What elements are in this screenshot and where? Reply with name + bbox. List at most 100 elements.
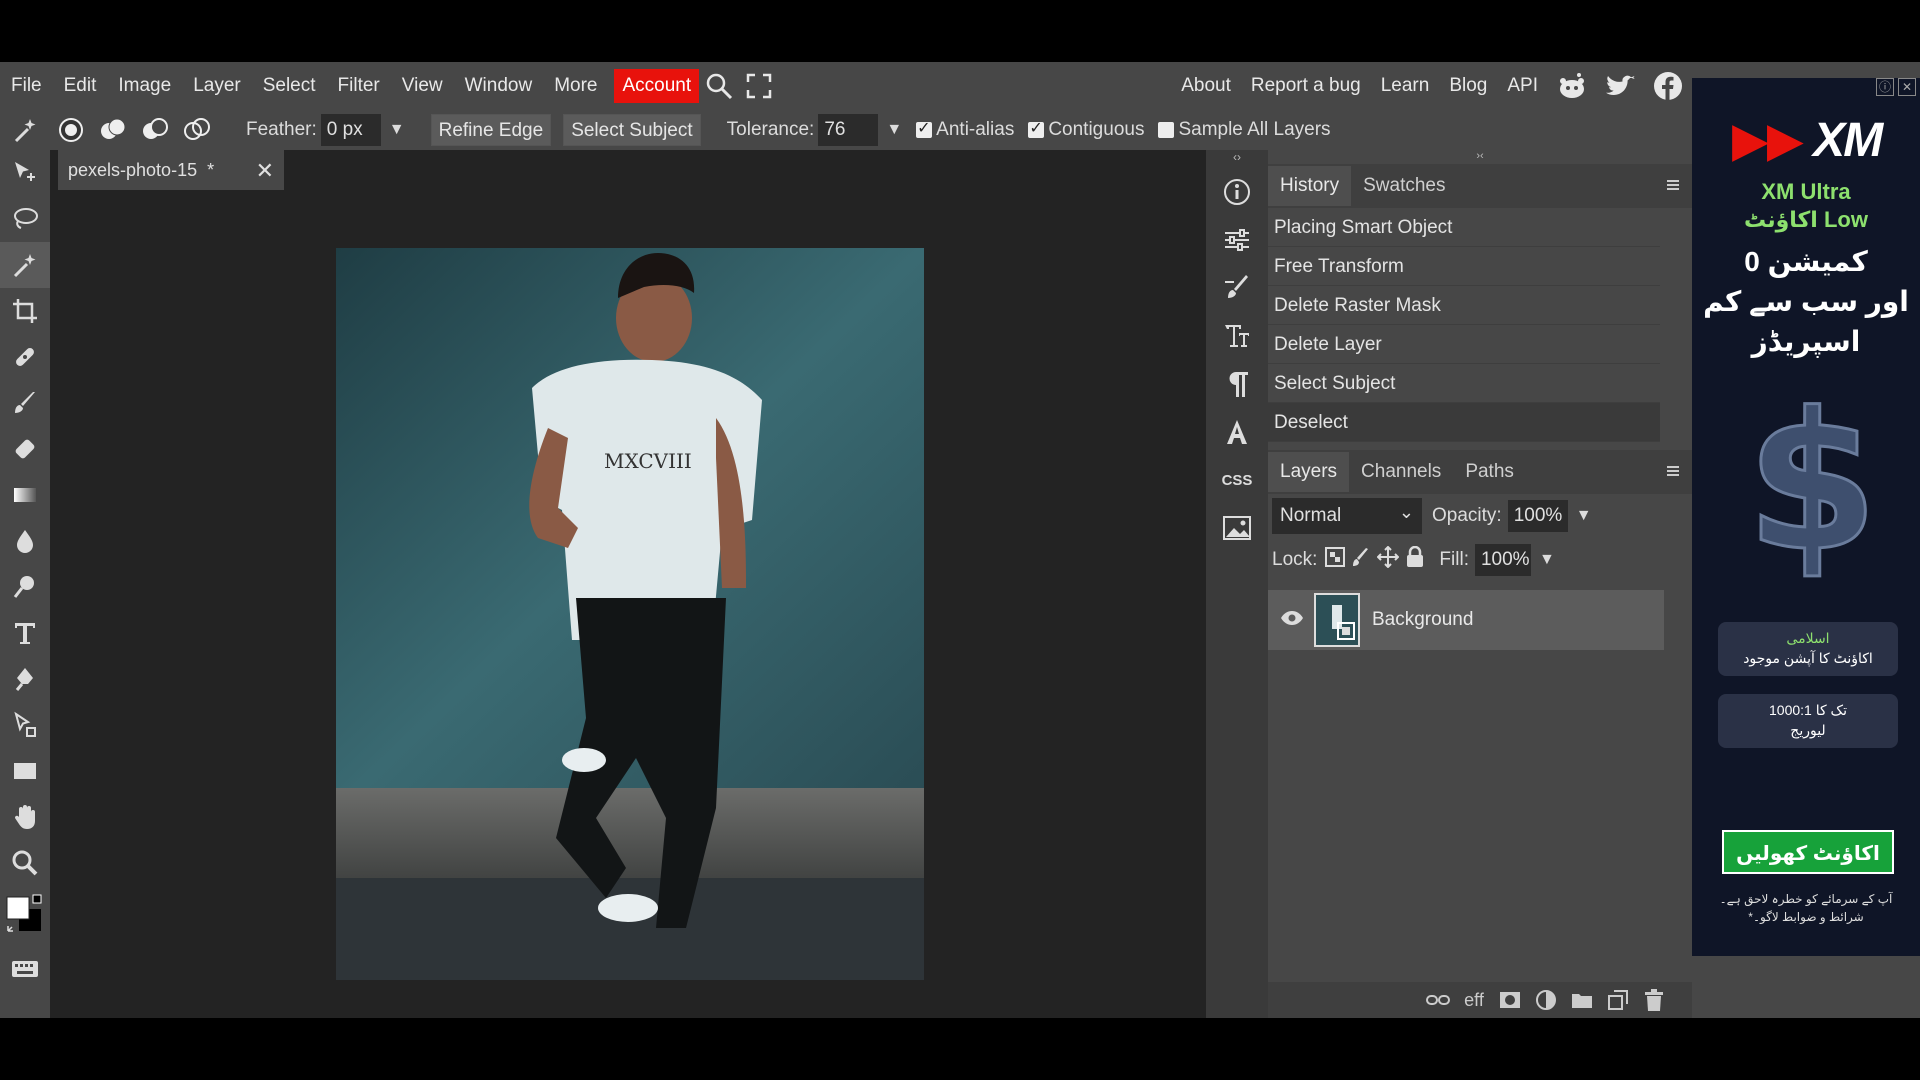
adjustments-icon[interactable] <box>1206 216 1268 264</box>
intersect-selection-mode-icon[interactable] <box>176 107 218 153</box>
menu-api[interactable]: API <box>1497 69 1548 103</box>
new-selection-mode-icon[interactable] <box>50 107 92 153</box>
ad-info-icon[interactable]: ⓘ <box>1876 78 1894 96</box>
history-item[interactable]: Delete Layer <box>1268 325 1660 364</box>
add-selection-mode-icon[interactable] <box>92 107 134 153</box>
blend-mode-select[interactable]: Normal <box>1272 494 1422 534</box>
menu-blog[interactable]: Blog <box>1439 69 1497 103</box>
facebook-icon[interactable] <box>1644 71 1692 101</box>
ad-close-icon[interactable]: ✕ <box>1898 78 1916 96</box>
brush-settings-icon[interactable] <box>1206 264 1268 312</box>
visibility-eye-icon[interactable] <box>1280 610 1304 631</box>
pen-tool-icon[interactable] <box>0 656 50 702</box>
feather-input[interactable]: 0 px <box>320 114 381 146</box>
sample-all-layers-checkbox[interactable] <box>1158 122 1175 138</box>
keyboard-icon[interactable] <box>0 946 50 992</box>
magic-wand-icon[interactable] <box>0 242 50 288</box>
info-icon[interactable] <box>1206 168 1268 216</box>
history-item[interactable]: Select Subject <box>1268 364 1660 403</box>
zoom-tool-icon[interactable] <box>0 840 50 886</box>
subtract-selection-mode-icon[interactable] <box>134 107 176 153</box>
tab-layers[interactable]: Layers <box>1268 452 1350 492</box>
document-tab[interactable]: pexels-photo-15 * ✕ <box>58 150 284 190</box>
new-layer-icon[interactable] <box>1600 990 1636 1010</box>
tolerance-input[interactable]: 76 <box>818 114 879 146</box>
opacity-input[interactable]: 100% <box>1507 500 1568 532</box>
delete-layer-icon[interactable] <box>1636 989 1672 1011</box>
move-tool-icon[interactable] <box>0 150 50 196</box>
menu-about[interactable]: About <box>1171 69 1241 103</box>
canvas-workspace[interactable]: pexels-photo-15 * ✕ MXCVIII <box>50 150 1206 1018</box>
menu-layer[interactable]: Layer <box>182 69 252 103</box>
lasso-tool-icon[interactable] <box>0 196 50 242</box>
add-mask-icon[interactable] <box>1492 991 1528 1009</box>
menu-file[interactable]: File <box>0 69 53 103</box>
glyphs-panel-icon[interactable] <box>1206 408 1268 456</box>
menu-view[interactable]: View <box>391 69 454 103</box>
menu-report-bug[interactable]: Report a bug <box>1241 69 1371 103</box>
contiguous-checkbox[interactable] <box>1028 118 1045 138</box>
hand-tool-icon[interactable] <box>0 794 50 840</box>
menu-window[interactable]: Window <box>454 69 544 103</box>
menu-more[interactable]: More <box>543 69 608 103</box>
advertisement-banner[interactable]: ⓘ ✕ ▶▶ XM XM Ultra اکاؤنٹ Low 0 کمیشن اور… <box>1692 78 1920 956</box>
ad-open-account-button[interactable]: اکاؤنٹ کھولیں <box>1722 830 1894 874</box>
fullscreen-icon[interactable] <box>739 69 779 103</box>
path-select-tool-icon[interactable] <box>0 702 50 748</box>
menu-image[interactable]: Image <box>107 69 182 103</box>
brush-tool-icon[interactable] <box>0 380 50 426</box>
adjustment-layer-icon[interactable] <box>1528 989 1564 1011</box>
opacity-dropdown-icon[interactable]: ▼ <box>1576 507 1592 525</box>
rectangle-tool-icon[interactable] <box>0 748 50 794</box>
select-subject-button[interactable]: Select Subject <box>563 114 701 146</box>
ad-choices[interactable]: ⓘ ✕ <box>1876 78 1920 100</box>
collapse-arrows-icon[interactable]: ‹› <box>1206 150 1268 168</box>
crop-tool-icon[interactable] <box>0 288 50 334</box>
new-folder-icon[interactable] <box>1564 991 1600 1009</box>
character-panel-icon[interactable] <box>1206 312 1268 360</box>
anti-alias-checkbox[interactable] <box>916 118 933 138</box>
history-panel-menu-icon[interactable] <box>1662 174 1684 196</box>
gradient-tool-icon[interactable] <box>0 472 50 518</box>
history-item[interactable]: Delete Raster Mask <box>1268 286 1660 325</box>
reddit-icon[interactable] <box>1548 72 1596 100</box>
dodge-tool-icon[interactable] <box>0 564 50 610</box>
eraser-tool-icon[interactable] <box>0 426 50 472</box>
lock-pixels-icon[interactable] <box>1351 547 1371 573</box>
tab-history[interactable]: History <box>1268 166 1352 206</box>
lock-position-icon[interactable] <box>1377 545 1400 574</box>
refine-edge-button[interactable]: Refine Edge <box>430 114 552 146</box>
menu-select[interactable]: Select <box>252 69 327 103</box>
healing-brush-icon[interactable] <box>0 334 50 380</box>
link-layers-icon[interactable] <box>1420 994 1456 1006</box>
tab-paths[interactable]: Paths <box>1453 452 1526 492</box>
canvas-image[interactable]: MXCVIII <box>336 248 924 980</box>
collapse-panel-icon[interactable]: ›‹ <box>1268 150 1692 164</box>
tolerance-dropdown-icon[interactable]: ▼ <box>886 121 902 139</box>
image-panel-icon[interactable] <box>1206 504 1268 552</box>
menu-edit[interactable]: Edit <box>53 69 108 103</box>
history-item[interactable]: Free Transform <box>1268 247 1660 286</box>
tab-channels[interactable]: Channels <box>1349 452 1453 492</box>
blur-tool-icon[interactable] <box>0 518 50 564</box>
layer-effects-icon[interactable]: eff <box>1456 990 1492 1011</box>
layers-panel-menu-icon[interactable] <box>1662 460 1684 482</box>
paragraph-panel-icon[interactable] <box>1206 360 1268 408</box>
lock-all-icon[interactable] <box>1405 545 1425 574</box>
close-document-icon[interactable]: ✕ <box>256 158 274 184</box>
layer-name[interactable]: Background <box>1372 609 1473 631</box>
history-item[interactable]: Placing Smart Object <box>1268 208 1660 247</box>
account-button[interactable]: Account <box>614 69 700 103</box>
history-item[interactable]: Deselect <box>1268 403 1660 442</box>
menu-learn[interactable]: Learn <box>1371 69 1440 103</box>
feather-dropdown-icon[interactable]: ▼ <box>389 121 405 139</box>
fill-dropdown-icon[interactable]: ▼ <box>1539 551 1555 569</box>
css-panel-icon[interactable]: CSS <box>1206 456 1268 504</box>
twitter-icon[interactable] <box>1596 73 1644 99</box>
color-swatches[interactable] <box>0 886 50 946</box>
layer-row[interactable]: Background <box>1268 590 1664 650</box>
lock-transparency-icon[interactable] <box>1325 547 1346 573</box>
menu-filter[interactable]: Filter <box>327 69 391 103</box>
fill-input[interactable]: 100% <box>1474 544 1531 576</box>
tab-swatches[interactable]: Swatches <box>1351 166 1457 206</box>
